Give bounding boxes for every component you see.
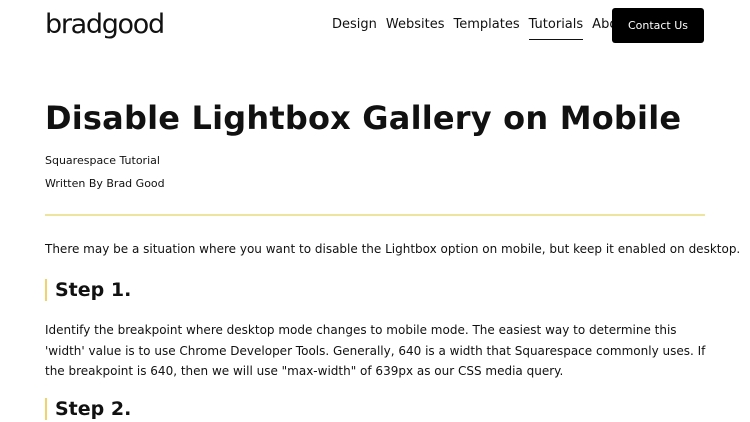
main-nav: Design Websites Templates Tutorials Abou… [332,15,640,40]
nav-templates[interactable]: Templates [454,15,520,40]
article-category[interactable]: Squarespace Tutorial [45,154,160,168]
article-title: Disable Lightbox Gallery on Mobile [45,99,682,137]
contact-us-button[interactable]: Contact Us [612,8,704,43]
title-divider [45,214,705,216]
page: bradgood Design Websites Templates Tutor… [0,0,750,422]
intro-paragraph: There may be a situation where you want … [45,242,741,256]
nav-tutorials[interactable]: Tutorials [528,15,584,40]
nav-websites[interactable]: Websites [386,15,445,40]
step-1-heading: Step 1. [45,279,131,301]
nav-design[interactable]: Design [332,15,377,40]
logo[interactable]: bradgood [45,8,165,42]
step-2-heading: Step 2. [45,398,131,420]
article-author[interactable]: Written By Brad Good [45,177,165,191]
step-1-paragraph: Identify the breakpoint where desktop mo… [45,323,706,378]
